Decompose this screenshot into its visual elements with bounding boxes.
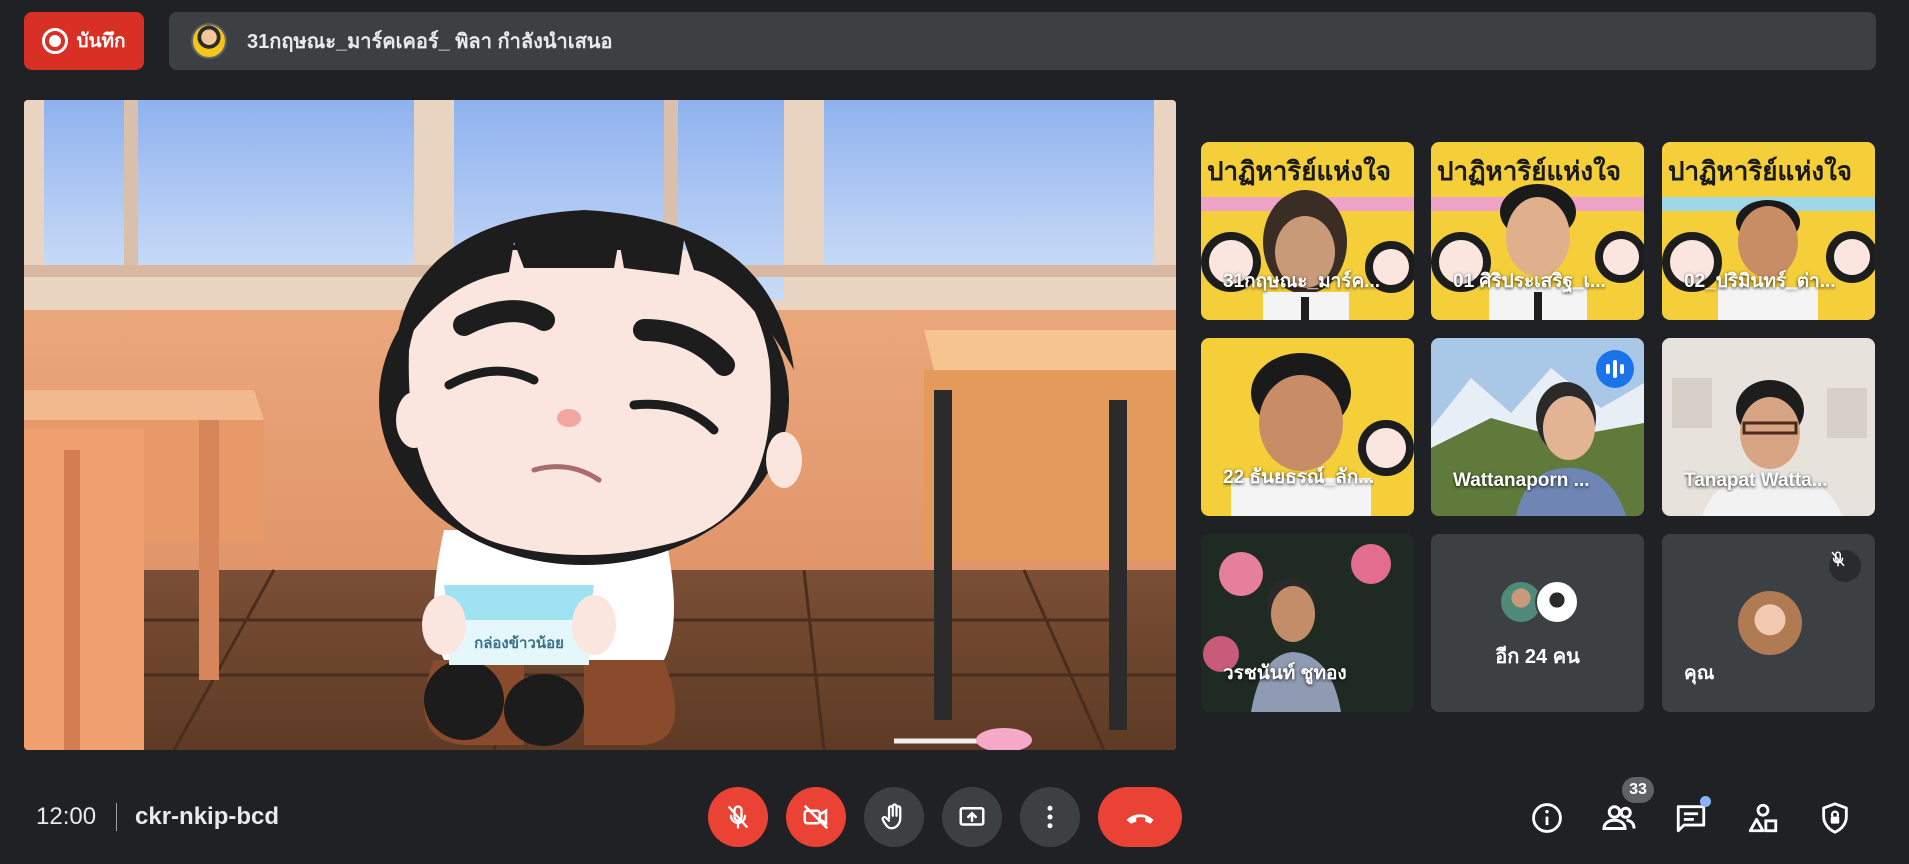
record-button[interactable]: บันทึก bbox=[24, 12, 144, 70]
divider bbox=[116, 803, 117, 831]
participant-name: Wattanaporn ... bbox=[1453, 470, 1590, 491]
more-options-button[interactable] bbox=[1020, 787, 1080, 847]
host-controls-button[interactable] bbox=[1814, 797, 1856, 839]
people-icon bbox=[1602, 805, 1636, 830]
participant-tile[interactable]: Tanapat Watta... bbox=[1662, 338, 1875, 516]
participant-tile[interactable]: 22 ธันยธรณ์_ลัก... bbox=[1201, 338, 1414, 516]
mic-off-icon bbox=[727, 805, 749, 829]
participant-tile[interactable]: Wattanaporn ... bbox=[1431, 338, 1644, 516]
raise-hand-icon bbox=[881, 803, 902, 830]
present-screen-button[interactable] bbox=[942, 787, 1002, 847]
participant-tile[interactable]: ปาฏิหาริย์แห่งใจ 31กฤษณะ_มาร์ค... bbox=[1201, 142, 1414, 320]
host-controls-icon bbox=[1822, 802, 1848, 834]
more-avatars bbox=[1499, 580, 1579, 624]
participant-tile[interactable]: ปาฏิหาริย์แห่งใจ 01 ศิริประเสริฐ_เ... bbox=[1431, 142, 1644, 320]
camera-toggle-button[interactable] bbox=[786, 787, 846, 847]
participant-name: 02_ปริมินทร์_ต่า... bbox=[1684, 271, 1836, 292]
cartoon-classroom-illustration: กล่องข้าวน้อย bbox=[24, 100, 1176, 750]
box-label: กล่องข้าวน้อย bbox=[474, 634, 564, 652]
mic-off-icon bbox=[1829, 550, 1861, 582]
avatar bbox=[1535, 580, 1579, 624]
people-button[interactable] bbox=[1598, 797, 1640, 839]
more-participants-tile[interactable]: อีก 24 คน bbox=[1431, 534, 1644, 712]
shared-screen: กล่องข้าวน้อย bbox=[24, 100, 1176, 750]
presenting-text: 31กฤษณะ_มาร์คเคอร์_ พิลา กำลังนำเสนอ bbox=[247, 31, 613, 53]
participant-name: 01 ศิริประเสริฐ_เ... bbox=[1453, 271, 1606, 292]
activities-button[interactable] bbox=[1742, 797, 1784, 839]
meeting-details-button[interactable] bbox=[1526, 797, 1568, 839]
mic-toggle-button[interactable] bbox=[708, 787, 768, 847]
participant-name: Tanapat Watta... bbox=[1684, 470, 1828, 491]
presenting-banner: 31กฤษณะ_มาร์คเคอร์_ พิลา กำลังนำเสนอ bbox=[169, 12, 1876, 70]
self-label: คุณ bbox=[1684, 663, 1715, 684]
more-participants-label: อีก 24 คน bbox=[1495, 646, 1580, 668]
participant-name: 31กฤษณะ_มาร์ค... bbox=[1223, 271, 1381, 292]
participant-name: 22 ธันยธรณ์_ลัก... bbox=[1223, 467, 1375, 488]
tile-banner-text: ปาฏิหาริย์แห่งใจ bbox=[1437, 156, 1621, 187]
present-screen-icon bbox=[959, 807, 985, 826]
avatar bbox=[1738, 591, 1802, 655]
record-label: บันทึก bbox=[76, 31, 126, 52]
chat-unread-dot bbox=[1700, 796, 1711, 807]
tile-banner-text: ปาฏิหาริย์แห่งใจ bbox=[1207, 156, 1391, 187]
meeting-code: ckr-nkip-bcd bbox=[135, 803, 280, 830]
activities-icon bbox=[1748, 803, 1778, 833]
record-icon bbox=[42, 28, 69, 54]
presenter-avatar bbox=[191, 23, 227, 59]
hang-up-icon bbox=[1126, 814, 1154, 824]
participant-name: วรชนันท์ ชูทอง bbox=[1223, 663, 1347, 684]
participant-tile[interactable]: ปาฏิหาริย์แห่งใจ 02_ปริมินทร์_ต่า... bbox=[1662, 142, 1875, 320]
camera-off-icon bbox=[803, 804, 829, 830]
participant-tile[interactable]: วรชนันท์ ชูทอง bbox=[1201, 534, 1414, 712]
raise-hand-button[interactable] bbox=[864, 787, 924, 847]
tile-banner-text: ปาฏิหาริย์แห่งใจ bbox=[1668, 156, 1852, 187]
more-options-icon bbox=[1047, 805, 1053, 829]
self-tile[interactable]: คุณ bbox=[1662, 534, 1875, 712]
leave-call-button[interactable] bbox=[1098, 787, 1182, 847]
participant-count-badge: 33 bbox=[1622, 777, 1654, 803]
speaking-indicator-icon bbox=[1596, 350, 1634, 388]
info-icon bbox=[1532, 803, 1562, 833]
clock: 12:00 bbox=[36, 803, 97, 830]
